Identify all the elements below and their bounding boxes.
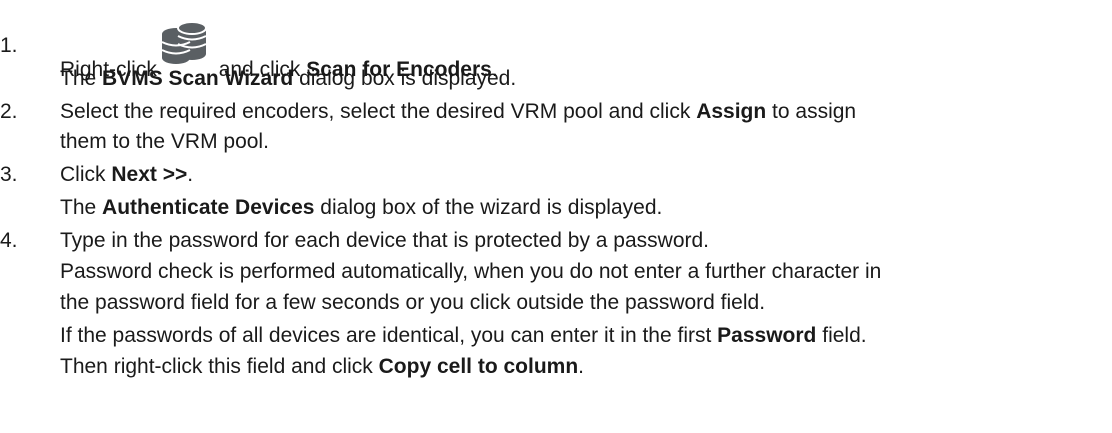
step-number: 3. bbox=[0, 163, 18, 186]
step-number: 1. bbox=[0, 34, 18, 57]
text: The bbox=[60, 67, 97, 90]
dialog-name: BVMS Scan Wizard bbox=[102, 67, 294, 90]
button-name: Assign bbox=[696, 100, 767, 123]
text: dialog box of the wizard is displayed. bbox=[320, 196, 663, 219]
text: If the passwords of all devices are iden… bbox=[60, 324, 712, 347]
step-4-line-4: If the passwords of all devices are iden… bbox=[60, 324, 867, 348]
step-3-line-1: Click Next >>. bbox=[60, 163, 193, 187]
step-2-line-1: Select the required encoders, select the… bbox=[60, 100, 856, 124]
step-4-line-2: Password check is performed automaticall… bbox=[60, 260, 882, 283]
text: Then right-click this field and click bbox=[60, 355, 373, 378]
step-1-line-2: The BVMS Scan Wizard dialog box is displ… bbox=[60, 67, 516, 91]
text: dialog box is displayed. bbox=[299, 67, 517, 90]
field-name: Password bbox=[717, 324, 817, 347]
step-number: 2. bbox=[0, 100, 18, 123]
text: Click bbox=[60, 163, 106, 186]
step-4-line-3: the password field for a few seconds or … bbox=[60, 291, 766, 314]
text: Select the required encoders, select the… bbox=[60, 100, 691, 123]
dialog-name: Authenticate Devices bbox=[102, 196, 315, 219]
button-name: Next >> bbox=[111, 163, 188, 186]
text: The bbox=[60, 196, 97, 219]
text: to assign bbox=[772, 100, 857, 123]
step-number: 4. bbox=[0, 229, 18, 252]
step-4-line-1: Type in the password for each device tha… bbox=[60, 229, 710, 252]
menu-command: Copy cell to column bbox=[378, 355, 579, 378]
text: . bbox=[578, 355, 585, 378]
text: . bbox=[187, 163, 194, 186]
step-2-line-2: them to the VRM pool. bbox=[60, 130, 269, 153]
text: field. bbox=[822, 324, 867, 347]
step-4-line-5: Then right-click this field and click Co… bbox=[60, 355, 584, 379]
step-3-line-2: The Authenticate Devices dialog box of t… bbox=[60, 196, 662, 220]
